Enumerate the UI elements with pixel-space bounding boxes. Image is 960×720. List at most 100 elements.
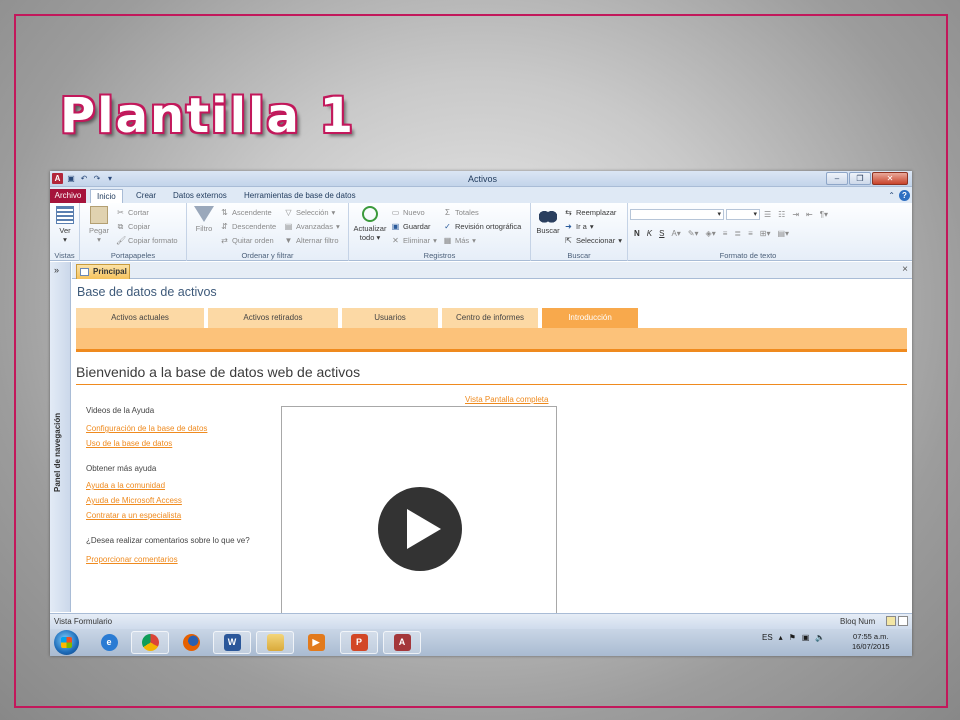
alt-row-color-icon[interactable]: ▤▾ [777,229,789,238]
alternar-filtro-button[interactable]: ▼ Alternar filtro [284,235,339,245]
tab-archivo[interactable]: Archivo [50,189,86,203]
access-app-icon[interactable]: A [52,173,63,184]
seleccionar-button[interactable]: ⇱ Seleccionar ▾ [564,235,622,245]
numbering-icon[interactable]: ☷ [778,210,785,219]
cortar-button[interactable]: ✂ Cortar [116,207,149,217]
font-name-dropdown[interactable]: ▾ [630,209,724,220]
totales-button[interactable]: Σ Totales [443,207,479,217]
link-microsoft-access[interactable]: Ayuda de Microsoft Access [86,496,182,505]
guardar-button[interactable]: ▣ Guardar [391,221,431,231]
customize-qat-icon[interactable]: ▾ [105,174,115,184]
taskbar-firefox[interactable] [172,631,210,654]
taskbar-chrome[interactable] [131,631,169,654]
actualizar-todo-button[interactable]: Actualizar todo ▾ [352,206,388,242]
tab-introduccion[interactable]: Introducción [542,308,638,329]
fill-color-icon[interactable]: ◈▾ [706,229,716,238]
tab-herramientas[interactable]: Herramientas de base de datos [238,189,362,203]
highlight-icon[interactable]: ✎▾ [688,229,699,238]
bold-icon[interactable]: N [634,229,640,238]
tab-datos-externos[interactable]: Datos externos [167,189,233,203]
show-hidden-icons-icon[interactable]: ▴ [779,633,783,642]
tab-activos-actuales[interactable]: Activos actuales [76,308,204,328]
revision-ortografica-button[interactable]: ✓ Revisión ortográfica [443,221,521,231]
clock[interactable]: 07:55 a.m. 16/07/2015 [852,632,890,652]
copiar-formato-button[interactable]: 🖌 Copiar formato [116,235,178,245]
link-feedback[interactable]: Proporcionar comentarios [86,555,178,564]
taskbar-ie[interactable]: e [90,631,128,654]
buscar-button[interactable]: Buscar [534,206,562,235]
nav-pane-toggle[interactable]: » [54,265,59,275]
video-player[interactable] [281,406,557,616]
save-icon[interactable]: ▣ [66,174,76,184]
descendente-button[interactable]: ⇵ Descendente [220,221,276,231]
navigation-pane[interactable]: » Panel de navegación [50,262,71,612]
tab-content-band [76,328,907,352]
ver-button[interactable]: Ver ▾ [54,206,76,244]
link-especialista[interactable]: Contratar a un especialista [86,511,181,520]
ascendente-button[interactable]: ⇅ Ascendente [220,207,271,217]
italic-icon[interactable]: K [647,229,652,238]
tab-activos-retirados[interactable]: Activos retirados [208,308,338,328]
avanzadas-button[interactable]: ▤ Avanzadas ▾ [284,221,340,231]
outdent-icon[interactable]: ⇤ [806,210,813,219]
help-icon[interactable]: ? [899,190,910,201]
language-indicator[interactable]: ES [762,633,773,642]
minimize-button[interactable]: – [826,172,848,185]
volume-icon[interactable]: 🔈 [815,633,825,642]
divider [76,384,907,385]
tab-inicio[interactable]: Inicio [90,189,123,203]
tab-crear[interactable]: Crear [130,189,162,203]
font-color-icon[interactable]: A▾ [671,229,680,238]
quitar-orden-button[interactable]: ⇄ Quitar orden [220,235,274,245]
spelling-icon: ✓ [444,221,451,231]
internet-explorer-icon: e [100,634,118,651]
align-right-icon[interactable]: ≡ [748,229,753,238]
bullets-icon[interactable]: ☰ [764,210,771,219]
seleccion-button[interactable]: ▽ Selección ▾ [284,207,335,217]
copiar-button[interactable]: ⧉ Copiar [116,221,150,231]
start-button[interactable] [54,630,79,655]
close-button[interactable]: ✕ [872,172,908,185]
flag-icon[interactable]: ⚑ [789,633,796,642]
network-icon[interactable]: ▣ [802,633,810,642]
minimize-ribbon-icon[interactable]: ⌃ [888,191,895,200]
mas-button[interactable]: ▦ Más ▾ [443,235,476,245]
ir-a-button[interactable]: ➜ Ir a ▾ [564,221,593,231]
align-left-icon[interactable]: ≡ [723,229,728,238]
fullscreen-link[interactable]: Vista Pantalla completa [465,395,548,404]
pegar-button[interactable]: Pegar ▾ [86,206,112,244]
paragraph-icon[interactable]: ¶▾ [820,210,828,219]
redo-icon[interactable]: ↷ [92,174,102,184]
restore-button[interactable]: ❐ [849,172,871,185]
tab-centro-informes[interactable]: Centro de informes [442,308,538,328]
alternar-filtro-label: Alternar filtro [296,235,339,245]
taskbar-word[interactable]: W [213,631,251,654]
taskbar-powerpoint[interactable]: P [340,631,378,654]
link-configuracion[interactable]: Configuración de la base de datos [86,424,207,433]
taskbar-explorer[interactable] [256,631,294,654]
save-record-icon: ▣ [391,221,400,231]
taskbar-access[interactable]: A [383,631,421,654]
doc-tab-principal[interactable]: Principal [76,264,130,279]
play-button[interactable] [378,487,462,571]
align-center-icon[interactable]: ≣ [734,229,741,238]
undo-icon[interactable]: ↶ [79,174,89,184]
indent-icon[interactable]: ⇥ [792,210,799,219]
status-numlock: Bloq Num [840,617,876,626]
font-size-dropdown[interactable]: ▾ [726,209,760,220]
tab-usuarios[interactable]: Usuarios [342,308,438,328]
taskbar-media[interactable]: ▶ [297,631,335,654]
layout-view-icon[interactable] [898,616,908,626]
nuevo-button[interactable]: ▭ Nuevo [391,207,425,217]
link-comunidad[interactable]: Ayuda a la comunidad [86,481,165,490]
reemplazar-button[interactable]: ⇆ Reemplazar [564,207,616,217]
filtro-button[interactable]: Filtro [191,206,217,233]
link-uso[interactable]: Uso de la base de datos [86,439,172,448]
powerpoint-icon: P [350,634,368,651]
underline-icon[interactable]: S [659,229,664,238]
eliminar-button[interactable]: ✕ Eliminar ▾ [391,235,437,245]
form-view-icon[interactable] [886,616,896,626]
close-document-icon[interactable]: × [902,264,908,275]
gridlines-icon[interactable]: ⊞▾ [760,229,771,238]
document-tabs: Principal × [72,262,912,279]
